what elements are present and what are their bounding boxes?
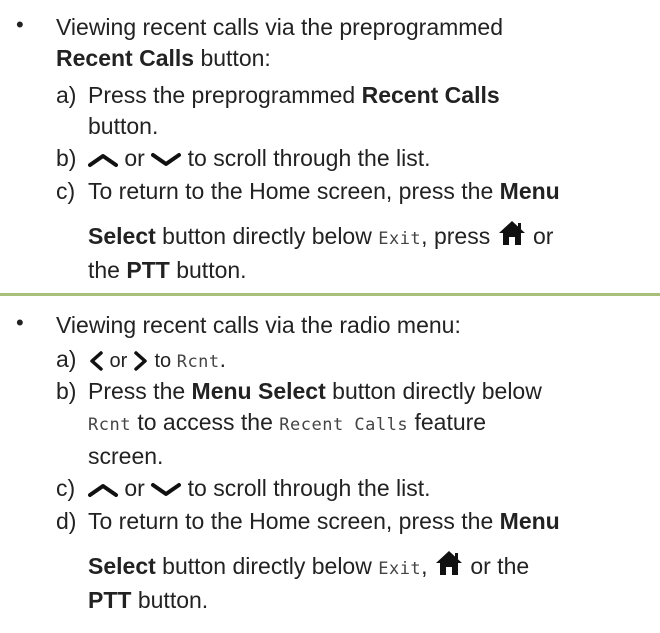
intro-line-2: Recent Calls button: [56,45,271,71]
up-arrow-icon [88,483,118,497]
step-text: Press the Menu Select button directly be… [88,378,542,469]
home-icon [435,551,462,575]
step-label: d) [56,508,77,534]
bullet-text: Viewing recent calls via the preprogramm… [56,12,646,74]
bullet-text: Viewing recent calls via the radio menu: [56,312,461,338]
step-label: b) [56,378,77,404]
right-arrow-icon [134,351,147,371]
step-label: b) [56,145,77,171]
intro-line: Viewing recent calls via the preprogramm… [56,14,504,40]
step-text: To return to the Home screen, press the … [88,508,560,613]
document-page: { "section1": { "bullet": "•", "intro_li… [0,0,660,633]
down-arrow-icon [151,482,182,496]
step-label: a) [56,82,77,108]
step-text: or to scroll through the list. [88,473,648,504]
step-label: a) [56,346,77,372]
up-arrow-icon [88,153,118,167]
section-divider [0,293,660,296]
step-text: To return to the Home screen, press the … [88,178,560,283]
down-arrow-icon [151,152,182,166]
step-label: c) [56,178,76,204]
home-icon [498,221,525,245]
bullet-marker: • [16,310,24,335]
left-arrow-icon [90,351,103,371]
bullet-marker: • [16,12,24,37]
step-text: Press the preprogrammed Recent Calls but… [88,82,500,139]
step-text: or to scroll through the list. [88,143,648,174]
step-label: c) [56,475,76,501]
step-text: or to Rcnt. [88,344,648,378]
